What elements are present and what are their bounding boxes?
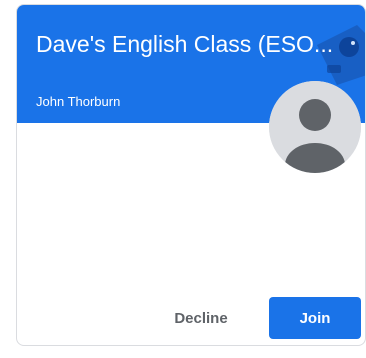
- class-invite-card: Dave's English Class (ESO... John Thorbu…: [16, 4, 366, 346]
- decline-button[interactable]: Decline: [159, 297, 243, 339]
- class-title[interactable]: Dave's English Class (ESO...: [36, 28, 356, 60]
- class-owner-name: John Thorburn: [36, 94, 121, 109]
- user-avatar-icon: [269, 81, 361, 173]
- join-button[interactable]: Join: [269, 297, 361, 339]
